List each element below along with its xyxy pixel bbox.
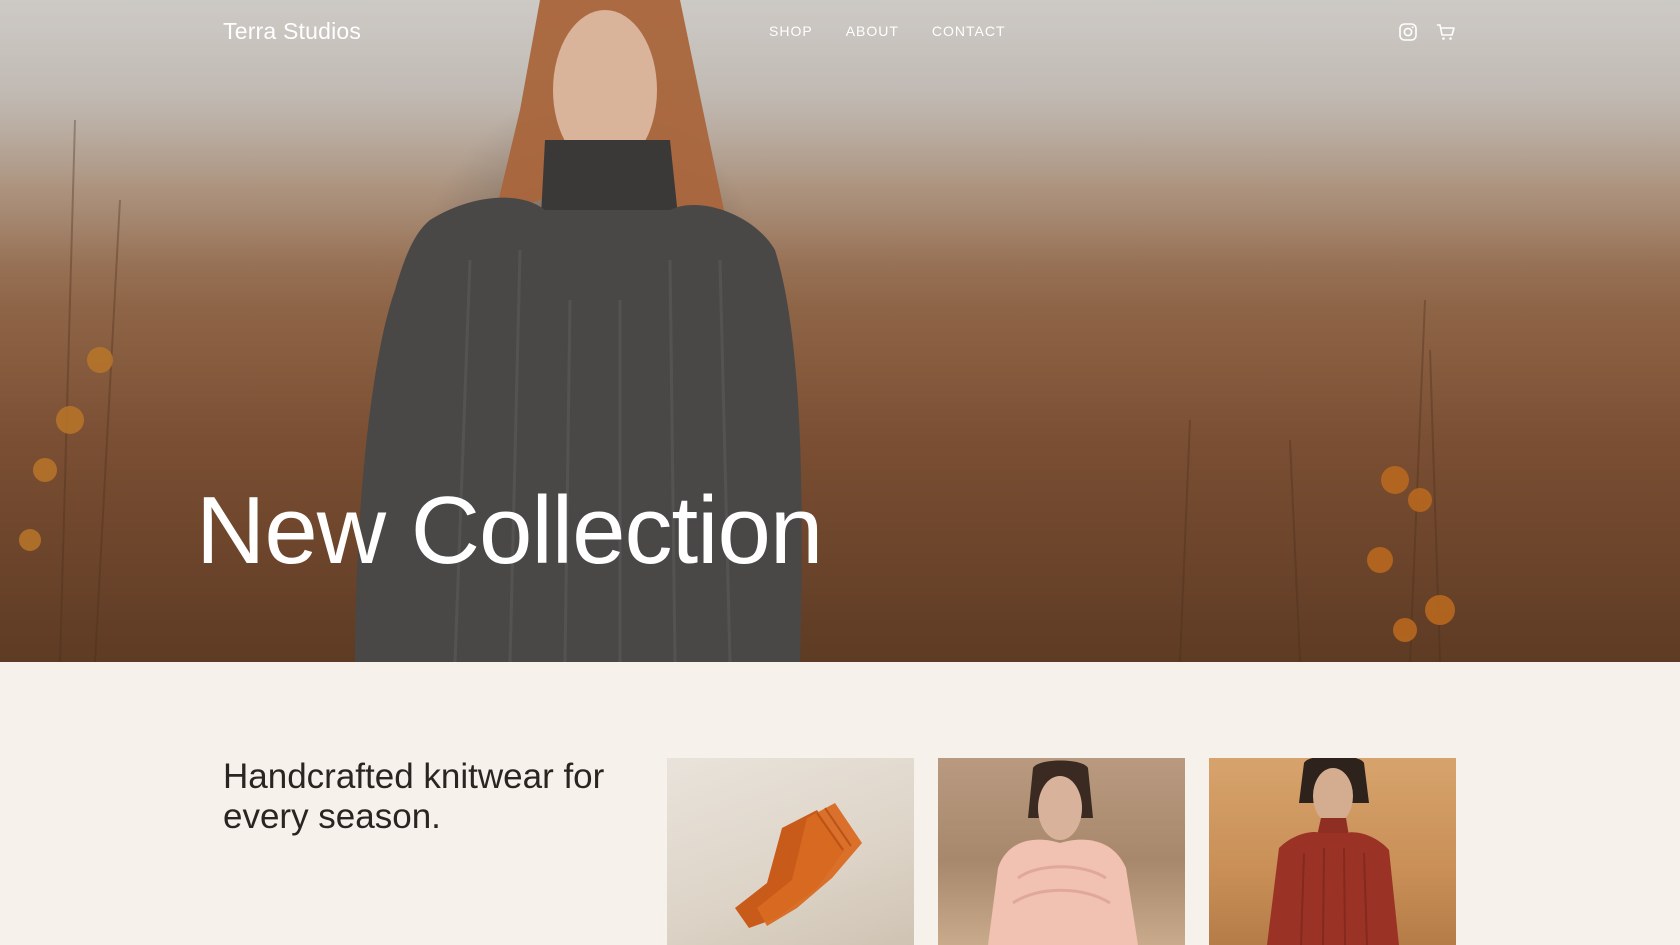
intro-text: Handcrafted knitwear for every season.	[223, 757, 605, 836]
main-nav: SHOP ABOUT CONTACT	[769, 23, 1006, 39]
instagram-icon[interactable]	[1398, 22, 1418, 42]
product-card-sweater[interactable]	[1209, 758, 1456, 945]
nav-item-contact[interactable]: CONTACT	[932, 23, 1006, 39]
socks-image	[735, 803, 862, 928]
header-icons	[1398, 22, 1456, 42]
hero-title: New Collection	[196, 477, 823, 584]
site-header: Terra Studios SHOP ABOUT CONTACT	[0, 0, 1680, 64]
nav-item-shop[interactable]: SHOP	[769, 23, 813, 39]
hero-section: Terra Studios SHOP ABOUT CONTACT New Col…	[0, 0, 1680, 662]
sweater-image	[1267, 758, 1399, 945]
product-card-socks[interactable]	[667, 758, 914, 945]
scarf-image	[988, 760, 1138, 945]
product-card-scarf[interactable]	[938, 758, 1185, 945]
cart-icon[interactable]	[1436, 22, 1456, 42]
nav-item-about[interactable]: ABOUT	[846, 23, 899, 39]
brand-logo[interactable]: Terra Studios	[223, 18, 361, 45]
